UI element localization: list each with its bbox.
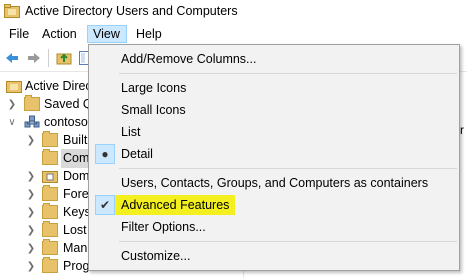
tree-item-label: Keys bbox=[63, 205, 91, 219]
tree-item-label: Dom bbox=[63, 169, 90, 183]
menu-item-label: Filter Options... bbox=[121, 220, 206, 234]
tree-item-label: Saved Q bbox=[44, 97, 93, 111]
folder-icon bbox=[42, 149, 58, 165]
menu-item-filter-options[interactable]: Filter Options... bbox=[89, 217, 459, 237]
tree-item-label: Man bbox=[63, 241, 88, 255]
window-title: Active Directory Users and Computers bbox=[25, 4, 238, 18]
view-menu-dropdown: Add/Remove Columns... Large Icons Small … bbox=[88, 44, 460, 271]
menu-item-customize[interactable]: Customize... bbox=[89, 246, 459, 266]
menu-item-label: List bbox=[121, 125, 141, 139]
menu-separator bbox=[119, 241, 457, 242]
tree-item-label: Prog bbox=[63, 259, 90, 273]
menu-item-mark bbox=[95, 173, 115, 193]
tree-item-label: Fore bbox=[63, 187, 89, 201]
menu-item-detail[interactable]: ● Detail bbox=[89, 144, 459, 164]
domain-icon bbox=[24, 115, 40, 128]
menu-item-mark bbox=[95, 122, 115, 142]
toolbar-separator bbox=[48, 49, 49, 67]
ad-users-computers-icon bbox=[4, 4, 20, 18]
menu-item-list[interactable]: List bbox=[89, 122, 459, 142]
menu-separator bbox=[119, 168, 457, 169]
folder-icon bbox=[42, 185, 58, 201]
ou-folder-icon bbox=[42, 171, 58, 183]
ad-users-computers-icon bbox=[6, 81, 22, 93]
menu-item-large-icons[interactable]: Large Icons bbox=[89, 78, 459, 98]
chevron-right-icon[interactable]: ❯ bbox=[26, 257, 36, 276]
menu-item-advanced-features[interactable]: ✔ Advanced Features bbox=[89, 195, 459, 215]
folder-icon bbox=[42, 131, 58, 147]
menu-bar: File Action View Help bbox=[0, 24, 467, 44]
menu-action[interactable]: Action bbox=[37, 25, 82, 43]
menu-separator bbox=[119, 73, 457, 74]
tree-item-label: Com bbox=[61, 149, 92, 168]
tree-item-label: Lost bbox=[63, 223, 87, 237]
folder-icon bbox=[42, 221, 58, 237]
chevron-right-icon[interactable]: ❯ bbox=[26, 185, 36, 204]
chevron-right-icon[interactable]: ❯ bbox=[26, 221, 36, 240]
menu-item-label: Users, Contacts, Groups, and Computers a… bbox=[121, 176, 429, 190]
menu-item-mark bbox=[95, 100, 115, 120]
details-pane-text: r bbox=[460, 123, 464, 137]
menu-item-label: Add/Remove Columns... bbox=[121, 52, 257, 66]
menu-item-mark bbox=[95, 217, 115, 237]
menu-item-label: Advanced Features bbox=[115, 195, 236, 215]
menu-item-mark bbox=[95, 49, 115, 69]
chevron-right-icon[interactable]: ❯ bbox=[26, 203, 36, 222]
menu-file[interactable]: File bbox=[4, 25, 34, 43]
folder-icon bbox=[24, 95, 40, 111]
forward-arrow-icon[interactable] bbox=[26, 50, 42, 66]
chevron-down-icon[interactable]: ∨ bbox=[7, 113, 17, 132]
folder-icon bbox=[42, 203, 58, 219]
up-folder-icon[interactable] bbox=[56, 50, 72, 66]
menu-item-mark bbox=[95, 246, 115, 266]
menu-view[interactable]: View bbox=[87, 25, 127, 43]
radio-bullet-icon: ● bbox=[95, 144, 115, 164]
chevron-right-icon[interactable]: ❯ bbox=[7, 95, 17, 114]
menu-item-add-remove-columns[interactable]: Add/Remove Columns... bbox=[89, 49, 459, 69]
back-arrow-icon[interactable] bbox=[4, 50, 20, 66]
tree-item-label: Built bbox=[63, 133, 88, 147]
menu-item-label: Small Icons bbox=[121, 103, 186, 117]
menu-item-small-icons[interactable]: Small Icons bbox=[89, 100, 459, 120]
menu-item-label: Detail bbox=[121, 147, 153, 161]
menu-help[interactable]: Help bbox=[131, 25, 167, 43]
chevron-right-icon[interactable]: ❯ bbox=[26, 167, 36, 186]
checkmark-icon: ✔ bbox=[95, 195, 115, 215]
title-bar: Active Directory Users and Computers bbox=[0, 0, 467, 24]
menu-item-mark bbox=[95, 78, 115, 98]
chevron-right-icon[interactable]: ❯ bbox=[26, 131, 36, 150]
menu-item-label: Customize... bbox=[121, 249, 191, 263]
menu-item-users-as-containers[interactable]: Users, Contacts, Groups, and Computers a… bbox=[89, 173, 459, 193]
folder-icon bbox=[42, 257, 58, 273]
folder-icon bbox=[42, 239, 58, 255]
chevron-right-icon[interactable]: ❯ bbox=[26, 239, 36, 258]
tree-item-label: contoso bbox=[44, 115, 88, 129]
menu-item-label: Large Icons bbox=[121, 81, 187, 95]
